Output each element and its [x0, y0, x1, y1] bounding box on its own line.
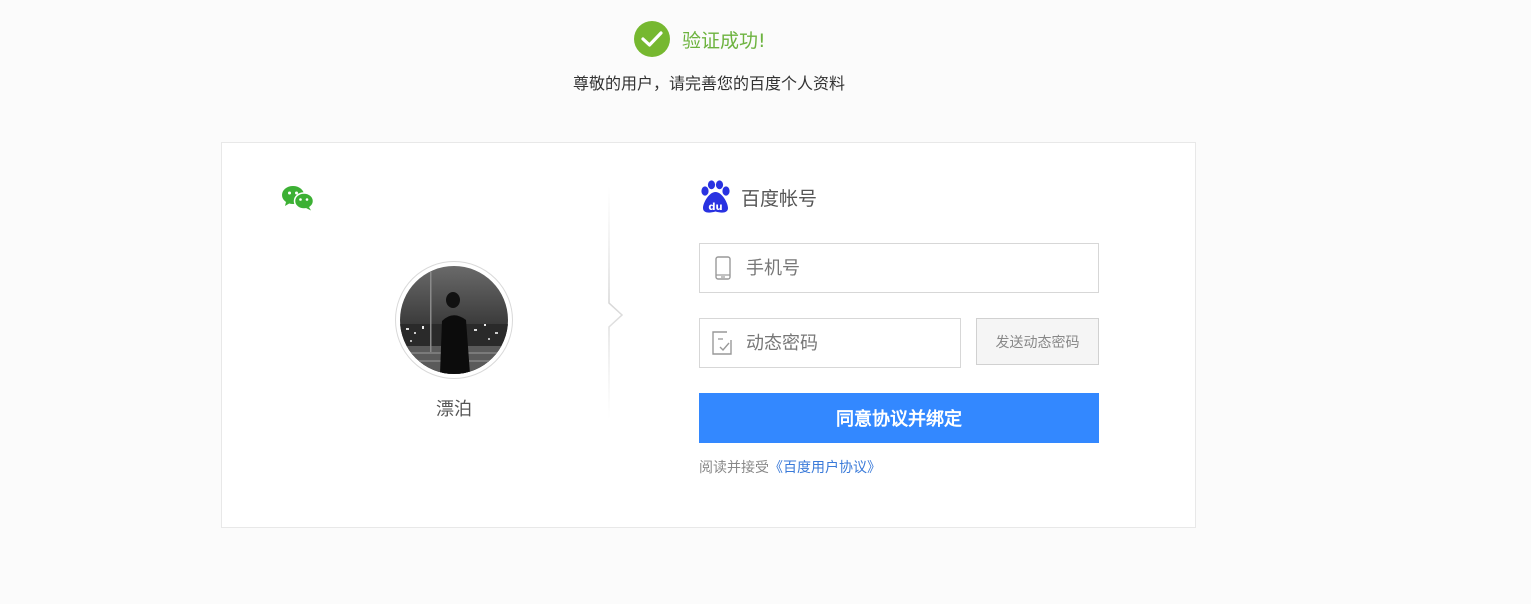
bind-account-card: 漂泊 du 百度帐号 手机号 动态密码 发送动态密码 同意协议并绑定 阅读并接受… [221, 142, 1196, 528]
baidu-paw-icon: du [699, 180, 731, 214]
phone-field[interactable] [699, 243, 1099, 293]
phone-input[interactable] [746, 257, 1088, 279]
svg-text:du: du [708, 202, 722, 213]
user-avatar-image [400, 266, 508, 374]
baidu-user-agreement-link[interactable]: 《百度用户协议》 [769, 460, 881, 476]
wechat-nickname: 漂泊 [436, 399, 472, 420]
dynamic-code-field[interactable] [699, 318, 961, 368]
mobile-phone-icon [700, 244, 746, 292]
agreement-prefix: 阅读并接受 [699, 460, 769, 476]
verification-code-icon [700, 319, 746, 367]
divider [607, 185, 637, 420]
avatar [395, 261, 513, 379]
send-code-button[interactable]: 发送动态密码 [976, 318, 1099, 365]
baidu-account-title: 百度帐号 [741, 187, 818, 210]
agreement-text: 阅读并接受《百度用户协议》 [699, 457, 881, 477]
baidu-account-header: du 百度帐号 [699, 180, 817, 214]
wechat-icon [281, 185, 315, 211]
verification-status: 验证成功! [634, 21, 766, 57]
page-subtitle: 尊敬的用户，请完善您的百度个人资料 [572, 74, 845, 93]
agree-and-bind-button[interactable]: 同意协议并绑定 [699, 393, 1099, 443]
dynamic-code-input[interactable] [746, 332, 950, 354]
status-text: 验证成功! [682, 29, 766, 52]
check-circle-icon [634, 21, 670, 57]
